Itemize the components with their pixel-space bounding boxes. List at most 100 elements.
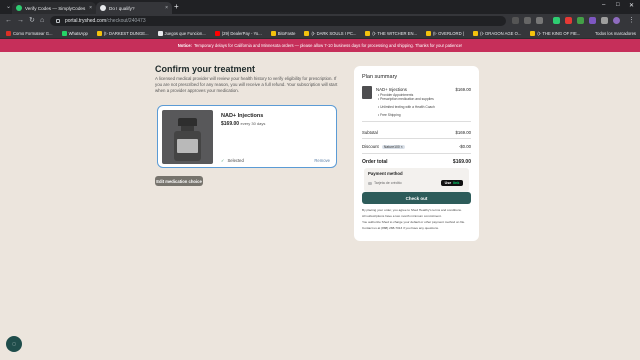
minimize-icon[interactable]: –	[602, 2, 605, 8]
divider	[362, 153, 471, 154]
product-name: NAD+ Injections	[221, 113, 264, 119]
bookmark-item[interactable]: (t- THE KING OF FIE...	[530, 30, 581, 36]
url-path: /checkout/240473	[106, 18, 146, 24]
remove-link[interactable]: Remove	[314, 158, 330, 163]
discount-code-badge[interactable]: Nature100 ×	[381, 145, 405, 149]
address-bar[interactable]: portal.tryshed.com /checkout/240473	[50, 16, 506, 26]
bookmark-star-icon[interactable]	[536, 17, 543, 24]
tab-close-icon[interactable]: ×	[89, 5, 92, 11]
card-option-label: Tarjeta de crédito	[374, 181, 402, 185]
star-icon	[270, 30, 276, 36]
tab-title: Do I qualify?	[109, 5, 135, 11]
reload-icon[interactable]: ↻	[29, 16, 35, 26]
bookmark-label: Juegos que Funcion...	[164, 30, 206, 36]
extension-icon[interactable]	[512, 17, 519, 24]
notice-label: Notice:	[177, 43, 192, 48]
bookmark-label: (t- DRAGON AGE O...	[480, 30, 522, 36]
bookmark-favicon-icon	[157, 30, 163, 36]
bookmark-item[interactable]: BitoFaste	[270, 30, 295, 36]
discount-value: -$0.00	[458, 144, 471, 149]
link-use-label: Use	[444, 181, 452, 185]
simplycodes-favicon-icon	[16, 5, 22, 11]
page-title: Confirm your treatment	[155, 64, 256, 74]
all-bookmarks-button[interactable]: Todos los marcadores	[595, 31, 636, 36]
bookmark-item[interactable]: (t- DARK SOULS I PC...	[304, 30, 357, 36]
product-image	[162, 110, 213, 164]
tab-search-icon[interactable]: ⌄	[6, 3, 11, 10]
feature-item: • Free Shipping	[378, 113, 401, 117]
extension-icon[interactable]	[589, 17, 596, 24]
bookmark-label: (t- DARKEST DUNGE...	[103, 30, 149, 36]
forward-icon[interactable]: →	[17, 16, 24, 26]
tab-title: Verify Codes — SimplyCodes	[25, 5, 86, 11]
selected-label: Selected	[227, 158, 244, 163]
home-icon[interactable]: ⌂	[40, 16, 44, 26]
subtotal-label: Subtotal	[362, 130, 378, 135]
check-icon: ✓	[221, 158, 225, 163]
extension-icon[interactable]	[577, 17, 584, 24]
bookmark-item[interactable]: (t- THE WITCHER EN...	[365, 30, 417, 36]
extension-icon[interactable]	[553, 17, 560, 24]
star-icon	[530, 30, 536, 36]
selected-indicator: ✓ Selected	[221, 158, 244, 163]
tab-verify-codes[interactable]: Verify Codes — SimplyCodes ×	[12, 2, 96, 14]
bookmark-item[interactable]: (t- OVERLORD (	[425, 30, 465, 36]
menu-icon[interactable]: ⋮	[628, 16, 635, 26]
order-total-row: Order total $169.00	[362, 159, 471, 165]
browser-toolbar: ← → ↻ ⌂ portal.tryshed.com /checkout/240…	[0, 14, 640, 28]
site-info-icon[interactable]	[56, 19, 60, 23]
checkout-button[interactable]: Check out	[362, 192, 471, 204]
total-label: Order total	[362, 159, 388, 165]
bookmark-favicon-icon	[6, 30, 11, 36]
bookmark-label: (t- DARK SOULS I PC...	[311, 30, 357, 36]
card-option[interactable]: Tarjeta de crédito	[368, 181, 402, 185]
item-name: NAD+ Injections	[376, 87, 407, 92]
subtotal-value: $169.00	[455, 130, 471, 135]
intro-text: A licensed medical provider will review …	[155, 76, 338, 94]
divider	[362, 138, 471, 139]
summary-title: Plan summary	[362, 74, 398, 80]
discount-label: Discount	[362, 144, 379, 149]
extension-icon[interactable]	[565, 17, 572, 24]
bookmark-item[interactable]: Como Formatear G...	[6, 30, 53, 36]
close-window-icon[interactable]: ✕	[629, 2, 634, 9]
link-pay-button[interactable]: Use link	[441, 180, 463, 186]
discount-row: Discount Nature100 × -$0.00	[362, 144, 471, 149]
discount-label-group: Discount Nature100 ×	[362, 144, 405, 149]
credit-card-icon	[368, 181, 372, 185]
item-thumbnail	[362, 86, 372, 99]
shed-favicon-icon	[100, 5, 106, 11]
payment-method-box: Payment method Tarjeta de crédito Use li…	[364, 168, 469, 192]
tab-close-icon[interactable]: ×	[165, 5, 168, 11]
bookmark-label: (t- OVERLORD (	[432, 30, 465, 36]
bookmark-label: (29) DealerPay - Yo...	[221, 30, 262, 36]
bookmark-item[interactable]: WhatsApp	[61, 30, 88, 36]
bookmarks-bar: Como Formatear G... WhatsApp (t- DARKEST…	[0, 28, 640, 39]
new-tab-button[interactable]: +	[174, 2, 179, 12]
star-icon	[304, 30, 310, 36]
bookmark-label: (t- THE KING OF FIE...	[537, 30, 581, 36]
profile-avatar[interactable]	[613, 17, 620, 24]
bookmark-item[interactable]: (t- DARKEST DUNGE...	[96, 30, 149, 36]
back-icon[interactable]: ←	[5, 16, 12, 26]
chat-icon: ◌	[11, 340, 17, 348]
extensions-menu-icon[interactable]	[601, 17, 608, 24]
subtotal-row: Subtotal $169.00	[362, 130, 471, 135]
chat-button[interactable]: ◌	[6, 336, 22, 352]
bookmark-label: WhatsApp	[68, 30, 88, 36]
plan-summary-card: Plan summary NAD+ Injections $169.00 • P…	[354, 66, 479, 241]
star-icon	[365, 30, 371, 36]
bookmark-item[interactable]: Juegos que Funcion...	[157, 30, 206, 36]
extension-icon[interactable]	[524, 17, 531, 24]
bookmark-item[interactable]: (29) DealerPay - Yo...	[214, 30, 262, 36]
product-card[interactable]: NAD+ Injections $169.00 every 30 days ✓ …	[157, 105, 337, 168]
star-icon	[425, 30, 431, 36]
legal-contact: Contact us at (888) 288-7013 if you have…	[362, 226, 439, 230]
feature-item: • Prescription medication and supplies	[378, 97, 434, 101]
maximize-icon[interactable]: □	[616, 2, 620, 8]
link-brand-label: link	[453, 181, 460, 185]
edit-medication-button[interactable]: Edit medication choice	[155, 176, 203, 186]
product-price-line: $169.00 every 30 days	[221, 121, 265, 127]
bookmark-item[interactable]: (t- DRAGON AGE O...	[473, 30, 522, 36]
tab-do-i-qualify[interactable]: Do I qualify? ×	[96, 2, 172, 14]
